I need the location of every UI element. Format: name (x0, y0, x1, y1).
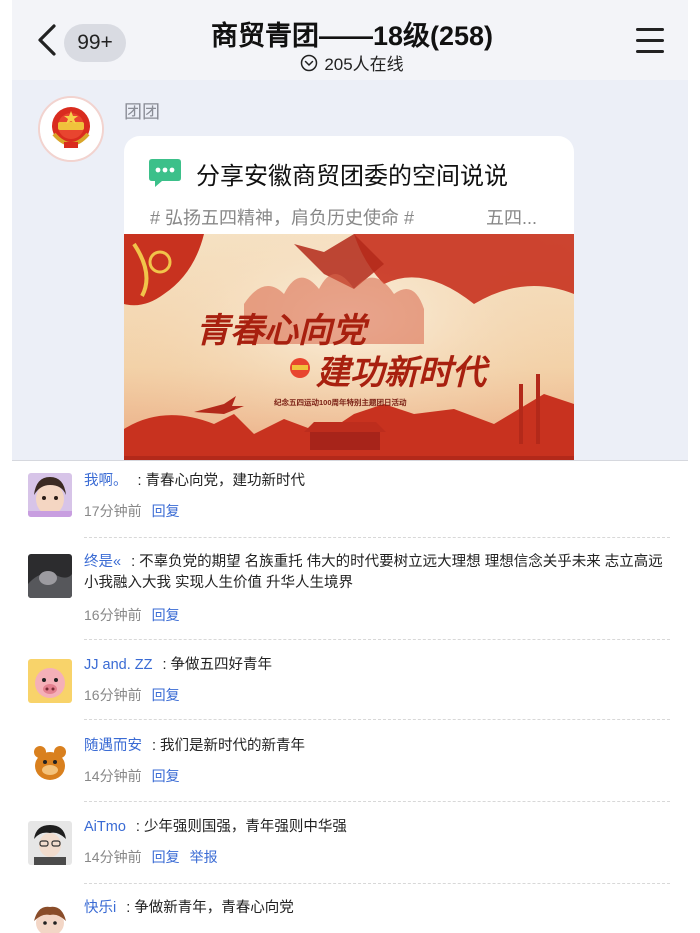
reply-button[interactable]: 回复 (152, 607, 180, 623)
divider (84, 537, 670, 538)
comment-time: 16分钟前 (84, 687, 142, 703)
avatar[interactable] (28, 901, 72, 933)
reply-button[interactable]: 回复 (152, 687, 180, 703)
divider (84, 883, 670, 884)
avatar[interactable] (38, 96, 104, 162)
reply-button[interactable]: 回复 (152, 503, 180, 519)
divider (84, 801, 670, 802)
avatar[interactable] (28, 821, 72, 865)
online-count: 205人在线 (324, 55, 404, 74)
divider (84, 719, 670, 720)
comment-text: 青春心向党，建功新时代 (145, 473, 306, 489)
comment-text: 争做五四好青年 (170, 657, 273, 673)
unread-badge[interactable]: 99+ (64, 24, 126, 62)
avatar[interactable] (28, 473, 72, 517)
comment-author[interactable]: 我啊。 (84, 473, 128, 489)
poster-headline-1: 青春心向党 (196, 312, 370, 350)
comment-author[interactable]: 终是« (84, 554, 121, 570)
divider (84, 639, 670, 640)
chat-title: 商贸青团——18级(258) (210, 21, 494, 51)
comment-list: 我啊。: 青春心向党，建功新时代 17分钟前 回复 终是«: 不辜负党的期望 名族重托… (12, 460, 688, 933)
comment-text: 争做新青年，青春心向党 (134, 900, 294, 916)
comment-author[interactable]: 随遇而安 (84, 738, 142, 754)
shared-post-title: 分享安徽商贸团委的空间说说 (196, 163, 508, 190)
shared-post-card[interactable]: 分享安徽商贸团委的空间说说 # 弘扬五四精神，肩负历史使命 # 五四... 青春… (124, 136, 574, 460)
comment-time: 14分钟前 (84, 849, 142, 865)
comment-text: 我们是新时代的新青年 (160, 738, 306, 754)
comment-time: 14分钟前 (84, 768, 142, 784)
online-status[interactable]: 205人在线 (252, 50, 452, 75)
comment-author[interactable]: JJ and. ZZ (84, 657, 153, 673)
chat-header: 99+ 商贸青团——18级(258) 205人在线 (12, 0, 688, 80)
chat-bubble-icon (149, 159, 181, 187)
comment-author[interactable]: 快乐i (84, 900, 116, 916)
youth-league-emblem-icon (40, 98, 102, 160)
comment-author[interactable]: AiTmo (84, 819, 126, 835)
avatar[interactable] (28, 659, 72, 703)
comment-text: 少年强则国强，青年强则中华强 (143, 819, 347, 835)
sender-name: 团团 (124, 102, 160, 122)
comment-text: 不辜负党的期望 名族重托 伟大的时代要树立远大理想 理想信念关乎未来 志立高远小… (84, 554, 663, 591)
comment-time: 16分钟前 (84, 607, 142, 623)
hamburger-menu-icon[interactable] (636, 28, 664, 54)
shared-post-tags: # 弘扬五四精神，肩负历史使命 # (150, 208, 415, 228)
avatar[interactable] (28, 740, 72, 784)
comment-time: 17分钟前 (84, 503, 142, 519)
chevron-down-circle-icon (301, 54, 318, 71)
chat-window: 99+ 商贸青团——18级(258) 205人在线 团团 分享安徽商贸团委的空间… (12, 0, 688, 460)
poster-image: 青春心向党 建功新时代 纪念五四运动100周年特别主题团日活动 (124, 234, 574, 460)
chevron-left-icon[interactable] (34, 22, 60, 58)
reply-button[interactable]: 回复 (152, 768, 180, 784)
poster-headline-2: 建功新时代 (316, 354, 491, 392)
report-button[interactable]: 举报 (190, 849, 218, 865)
shared-post-more: 五四... (486, 208, 538, 228)
avatar[interactable] (28, 554, 72, 598)
reply-button[interactable]: 回复 (152, 849, 180, 865)
poster-subtitle: 纪念五四运动100周年特别主题团日活动 (274, 397, 407, 407)
